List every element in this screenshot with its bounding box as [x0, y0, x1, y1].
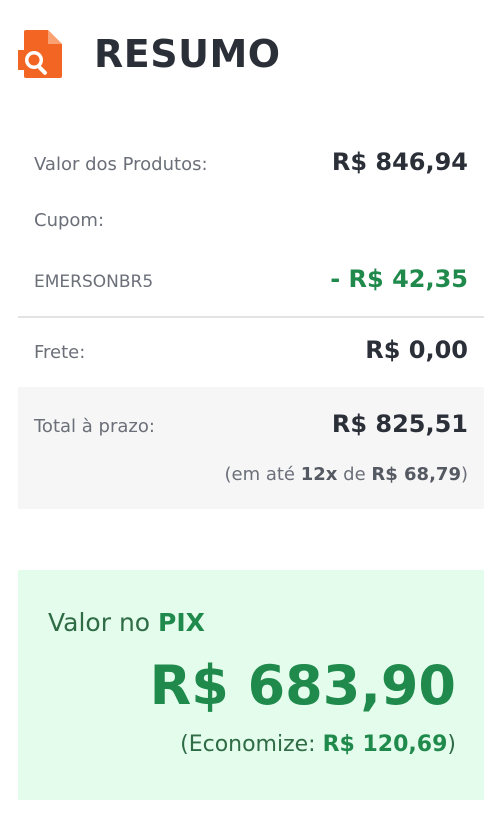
- shipping-value: R$ 0,00: [365, 336, 468, 364]
- summary-header: RESUMO: [18, 28, 281, 80]
- pix-label: Valor no PIX: [48, 608, 205, 637]
- products-label: Valor dos Produtos:: [34, 154, 208, 175]
- coupon-code-row: EMERSONBR5 - R$ 42,35: [34, 265, 468, 293]
- order-summary-panel: RESUMO Valor dos Produtos: R$ 846,94 Cup…: [0, 0, 500, 818]
- installments-value: R$ 68,79: [371, 464, 461, 485]
- total-row: Total à prazo: R$ 825,51: [34, 410, 468, 438]
- total-label: Total à prazo:: [34, 416, 155, 437]
- installments-count: 12x: [300, 464, 338, 485]
- shipping-row: Frete: R$ 0,00: [34, 336, 468, 364]
- pix-label-bold: PIX: [158, 608, 205, 637]
- products-row: Valor dos Produtos: R$ 846,94: [34, 148, 468, 176]
- total-box: [18, 387, 484, 509]
- coupon-row: Cupom:: [34, 210, 468, 231]
- shipping-label: Frete:: [34, 342, 86, 363]
- installments-text: (em até 12x de R$ 68,79): [224, 464, 468, 485]
- products-value: R$ 846,94: [331, 148, 468, 176]
- divider: [18, 316, 484, 318]
- document-search-icon: [18, 28, 66, 80]
- pix-savings: (Economize: R$ 120,69): [180, 732, 456, 757]
- coupon-discount: - R$ 42,35: [330, 265, 468, 293]
- coupon-code: EMERSONBR5: [34, 272, 154, 292]
- pix-savings-value: R$ 120,69: [322, 732, 448, 757]
- coupon-label: Cupom:: [34, 210, 105, 231]
- summary-title: RESUMO: [94, 32, 281, 76]
- pix-value: R$ 683,90: [149, 654, 456, 717]
- total-value: R$ 825,51: [331, 410, 468, 438]
